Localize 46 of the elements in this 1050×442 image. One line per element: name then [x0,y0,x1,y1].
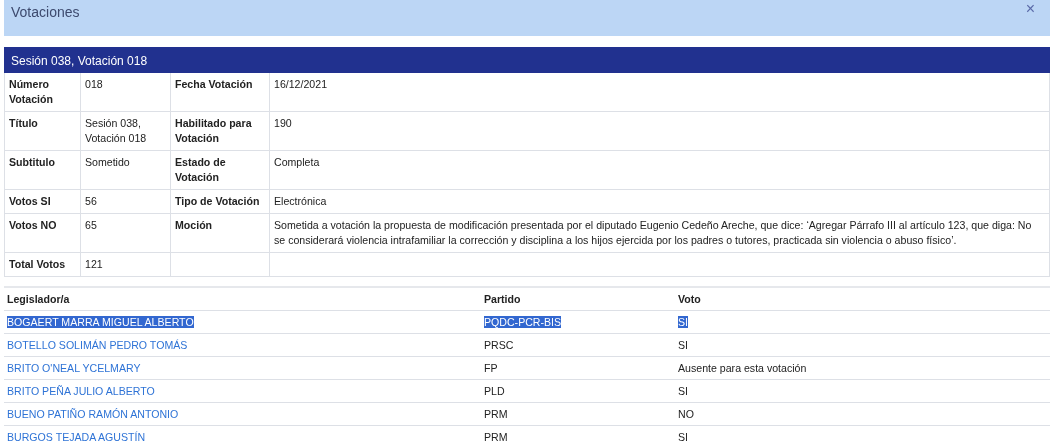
field-value: 190 [274,117,292,129]
vote-value: SI [678,385,688,397]
field-value: Sesión 038, Votación 018 [85,117,147,144]
party-value: PLD [484,385,505,397]
modal-title: Votaciones [11,4,80,20]
party-value: FP [484,362,498,374]
field-label: Votos NO [9,219,57,231]
field-value: 65 [85,219,97,231]
legislator-link[interactable]: BOTELLO SOLIMÁN PEDRO TOMÁS [7,339,188,351]
field-label: Fecha Votación [175,78,253,90]
legislator-link[interactable]: BUENO PATIÑO RAMÓN ANTONIO [7,408,179,420]
field-label: Estado de Votación [175,156,226,183]
party-value: PQDC-PCR-BIS [484,316,562,328]
vote-value: Ausente para esta votación [678,362,807,374]
legislator-link[interactable]: BRITO O'NEAL YCELMARY [7,362,141,374]
field-value: 121 [85,258,103,270]
field-label: Moción [175,219,213,231]
field-label: Subtitulo [9,156,55,168]
party-value: PRM [484,431,508,442]
field-label: Tipo de Votación [175,195,260,207]
field-label: Votos SI [9,195,51,207]
field-label: Número Votación [9,78,53,105]
close-button[interactable]: × [1025,1,1035,17]
vote-value: NO [678,408,694,420]
party-value: PRM [484,408,508,420]
field-value: Completa [274,156,320,168]
field-label: Título [9,117,38,129]
vote-value: SI [678,431,688,442]
field-label: Total Votos [9,258,66,270]
column-header: Voto [675,287,1050,311]
field-value: Electrónica [274,195,327,207]
field-value: 16/12/2021 [274,78,328,90]
vote-value: SI [678,316,688,328]
column-header: Partido [481,287,675,311]
field-label: Habilitado para Votación [175,117,252,144]
legislator-link[interactable]: BURGOS TEJADA AGUSTÍN [7,431,146,442]
vote-heading: Sesión 038, Votación 018 [4,47,1050,73]
field-value: Sometida a votación la propuesta de modificación presentada por el diputado Eugenio Cedeño Areche, que dice: ‘Agregar Párrafo III al artículo 123, que diga: No se considerará violencia intrafamiliar la corrección y disciplina a los hijos ejercida por los padres o tutores, practicada sin violencia o abuso físico’. [274,219,1032,246]
legislator-link[interactable]: BRITO PEÑA JULIO ALBERTO [7,385,155,397]
field-value: 56 [85,195,97,207]
legislator-link[interactable]: BOGAERT MARRA MIGUEL ALBERTO [7,316,194,328]
party-value: PRSC [484,339,514,351]
field-value: 018 [85,78,103,90]
column-header: Legislador/a [4,287,481,311]
field-value: Sometido [85,156,130,168]
vote-value: SI [678,339,688,351]
